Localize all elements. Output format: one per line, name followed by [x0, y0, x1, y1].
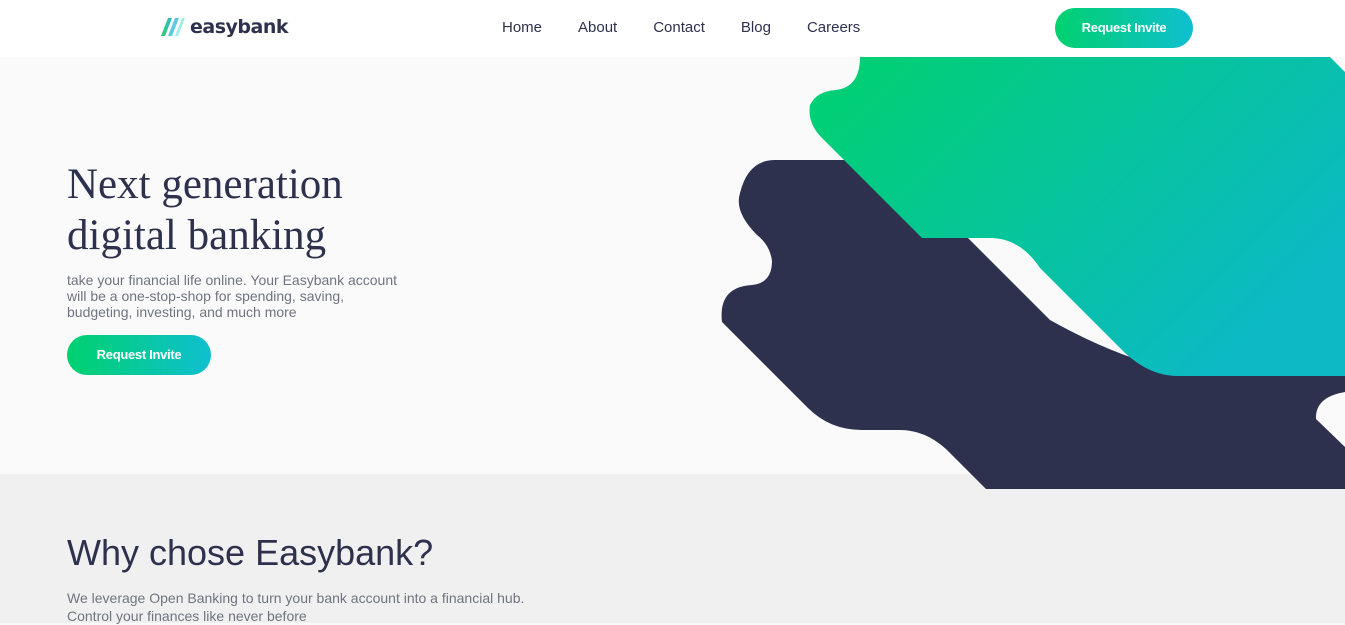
hero-description: take your financial life online. Your Ea… [67, 272, 397, 320]
hero-section: Next generation digital banking take you… [0, 57, 1345, 489]
nav-request-invite-button[interactable]: Request Invite [1055, 8, 1193, 48]
hero-request-invite-button[interactable]: Request Invite [67, 335, 211, 375]
hero-title-line-2: digital banking [67, 212, 327, 259]
easybank-logo-icon [161, 18, 185, 36]
hero-title-line-1: Next generation [67, 161, 343, 208]
navbar: easybank Home About Contact Blog Careers… [0, 0, 1345, 57]
why-title: Why chose Easybank? [67, 532, 434, 573]
hero-title: Next generation digital banking [67, 159, 427, 261]
nav-link-home[interactable]: Home [484, 17, 560, 38]
nav-link-contact[interactable]: Contact [635, 17, 723, 38]
nav-link-blog[interactable]: Blog [723, 17, 789, 38]
main-nav: Home About Contact Blog Careers [484, 17, 878, 38]
nav-link-careers[interactable]: Careers [789, 17, 878, 38]
nav-link-about[interactable]: About [560, 17, 635, 38]
why-description: We leverage Open Banking to turn your ba… [67, 590, 525, 624]
brand-logo[interactable]: easybank [161, 14, 289, 40]
brand-name: easybank [190, 16, 289, 38]
why-section: Why chose Easybank? We leverage Open Ban… [0, 474, 1345, 624]
